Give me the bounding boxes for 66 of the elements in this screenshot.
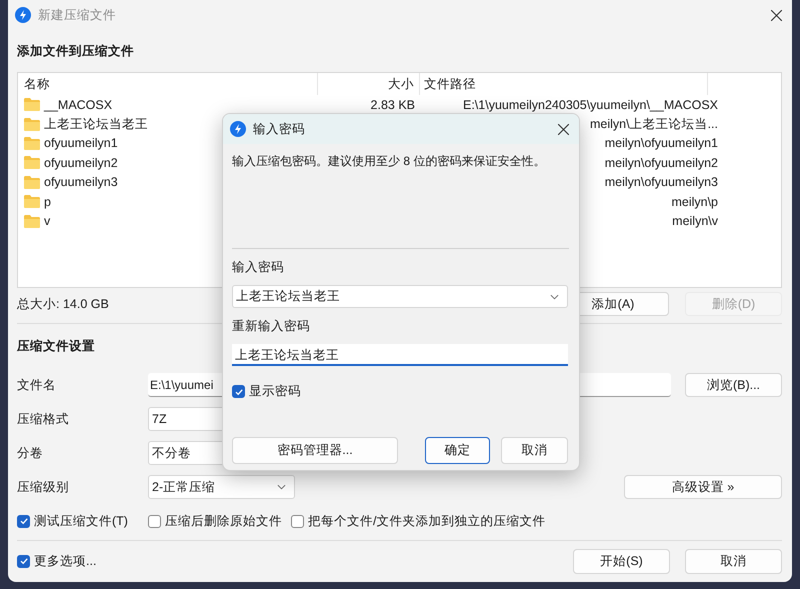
file-path: meilyn\上老王论坛当... bbox=[590, 116, 718, 131]
close-icon[interactable] bbox=[771, 10, 782, 20]
field-label: 重新输入密码 bbox=[232, 318, 311, 335]
field-label: 输入密码 bbox=[232, 259, 285, 276]
app-logo-icon bbox=[230, 121, 246, 137]
window-title: 新建压缩文件 bbox=[38, 6, 116, 24]
checkbox[interactable] bbox=[17, 554, 30, 568]
close-icon[interactable] bbox=[558, 124, 569, 134]
file-name: ofyuumeilyn1 bbox=[44, 136, 118, 150]
folder-icon bbox=[24, 136, 40, 150]
checkbox-label: 把每个文件/文件夹添加到独立的压缩文件 bbox=[308, 512, 546, 530]
field-label: 压缩级别 bbox=[17, 478, 70, 496]
file-size: 2.83 KB bbox=[370, 98, 415, 112]
checkbox[interactable] bbox=[17, 514, 30, 528]
folder-icon bbox=[24, 118, 40, 131]
dropdown[interactable]: 2-正常压缩 bbox=[148, 475, 295, 499]
dialog-title: 输入密码 bbox=[253, 120, 305, 138]
folder-icon bbox=[24, 156, 40, 170]
field-label: 压缩格式 bbox=[17, 410, 70, 428]
file-path: E:\1\yuumeilyn240305\yuumeilyn\__MACOSX bbox=[463, 98, 718, 112]
field-label: 分卷 bbox=[17, 444, 44, 462]
section-heading: 压缩文件设置 bbox=[17, 338, 95, 355]
password-field[interactable]: 上老王论坛当老王 bbox=[232, 285, 568, 308]
file-path: meilyn\ofyuumeilyn2 bbox=[604, 156, 718, 170]
check-icon bbox=[18, 516, 28, 526]
dialog-button[interactable]: 取消 bbox=[501, 437, 568, 464]
checkbox[interactable] bbox=[148, 514, 161, 528]
footer-button[interactable]: 取消 bbox=[685, 548, 782, 574]
file-name: ofyuumeilyn2 bbox=[44, 156, 118, 170]
check-icon bbox=[234, 386, 244, 396]
file-path: meilyn\p bbox=[671, 194, 718, 209]
column-header[interactable]: 名称 bbox=[18, 73, 318, 95]
file-name: p bbox=[44, 194, 51, 209]
field-button[interactable]: 高级设置 » bbox=[624, 475, 782, 499]
folder-icon bbox=[24, 98, 40, 112]
app-logo-icon bbox=[15, 7, 31, 23]
footer-button[interactable]: 开始(S) bbox=[573, 548, 670, 574]
file-path: meilyn\ofyuumeilyn1 bbox=[604, 136, 718, 150]
file-name: ofyuumeilyn3 bbox=[44, 175, 118, 190]
checkbox[interactable] bbox=[291, 514, 304, 528]
file-path: meilyn\v bbox=[672, 214, 718, 228]
dialog-button[interactable]: 确定 bbox=[425, 437, 490, 464]
column-header[interactable]: 文件路径 bbox=[420, 73, 708, 95]
confirm-password-field[interactable]: 上老王论坛当老王 bbox=[232, 344, 568, 366]
field-label: 文件名 bbox=[17, 376, 57, 394]
column-header[interactable]: 大小 bbox=[318, 73, 420, 95]
file-name: __MACOSX bbox=[44, 98, 112, 112]
folder-icon bbox=[24, 195, 40, 208]
folder-icon bbox=[24, 176, 40, 189]
chevron-down-icon bbox=[277, 484, 286, 490]
checkbox[interactable] bbox=[232, 385, 245, 398]
checkbox-label: 压缩后删除原始文件 bbox=[165, 512, 282, 530]
checkbox-label: 更多选项... bbox=[34, 552, 96, 570]
dialog-button[interactable]: 密码管理器... bbox=[232, 437, 398, 464]
file-path: meilyn\ofyuumeilyn3 bbox=[604, 175, 718, 190]
check-icon bbox=[18, 556, 28, 566]
folder-icon bbox=[24, 214, 40, 228]
dialog-message: 输入压缩包密码。建议使用至少 8 位的密码来保证安全性。 bbox=[232, 153, 546, 170]
total-size: 总大小: 14.0 GB bbox=[17, 296, 109, 312]
field-button[interactable]: 浏览(B)... bbox=[685, 373, 782, 397]
checkbox-label: 显示密码 bbox=[249, 383, 301, 400]
file-name: 上老王论坛当老王 bbox=[44, 116, 148, 133]
chevron-down-icon bbox=[550, 294, 559, 300]
section-heading: 添加文件到压缩文件 bbox=[17, 43, 134, 60]
checkbox-label: 测试压缩文件(T) bbox=[34, 512, 128, 530]
file-name: v bbox=[44, 214, 50, 228]
